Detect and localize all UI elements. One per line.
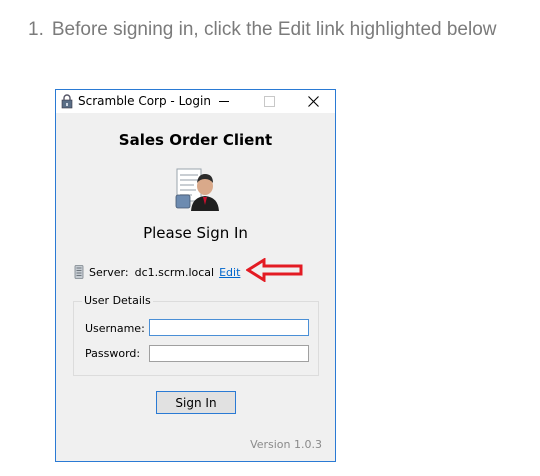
server-icon — [74, 265, 84, 279]
minimize-button[interactable] — [201, 90, 246, 113]
instruction-number: 1. — [28, 19, 44, 40]
server-row: Server: dc1.scrm.local Edit — [74, 264, 240, 280]
instruction-body: Before signing in, click the Edit link h… — [51, 19, 497, 40]
password-label: Password: — [85, 347, 141, 360]
window-titlebar[interactable]: Scramble Corp - Login — [56, 90, 335, 113]
close-button[interactable] — [291, 90, 336, 113]
signin-heading: Please Sign In — [143, 224, 248, 242]
edit-server-link[interactable]: Edit — [219, 266, 240, 279]
server-value: dc1.scrm.local — [134, 265, 215, 279]
app-title: Sales Order Client — [118, 131, 273, 149]
username-field[interactable] — [149, 319, 309, 336]
minimize-icon — [218, 101, 229, 102]
password-field[interactable] — [149, 345, 309, 362]
close-icon — [308, 96, 319, 107]
user-details-group: User Details Username: Password: — [73, 294, 319, 376]
version-label: Version 1.0.3 — [250, 438, 322, 451]
maximize-button[interactable] — [247, 90, 292, 113]
user-details-legend: User Details — [82, 294, 153, 307]
maximize-icon — [264, 96, 275, 107]
user-document-icon — [175, 168, 219, 211]
username-label: Username: — [85, 322, 145, 335]
signin-button[interactable]: Sign In — [156, 391, 236, 414]
instruction-text: 1. Before signing in, click the Edit link… — [28, 19, 497, 41]
red-arrow-icon — [246, 258, 303, 282]
app-lock-icon — [61, 94, 73, 109]
server-label: Server: — [89, 265, 129, 279]
window-title: Scramble Corp - Login — [78, 94, 211, 108]
login-window: Scramble Corp - Login Sales Order Client… — [55, 89, 336, 462]
